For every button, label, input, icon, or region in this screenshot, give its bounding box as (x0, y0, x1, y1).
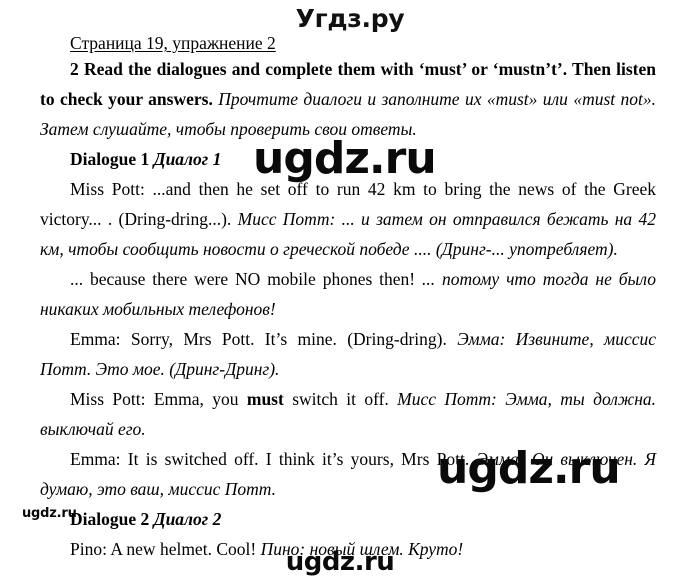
watermark-large-top: ugdz.ru (253, 133, 437, 184)
watermark-small-left: ugdz.ru (22, 506, 77, 521)
line-english: Emma: Sorry, Mrs Pott. It’s mine. (Dring… (70, 329, 447, 349)
dialogue-1-line-2: ... because there were NO mobile phones … (40, 264, 656, 324)
exercise-task-paragraph: 2 Read the dialogues and complete them w… (40, 54, 656, 144)
dialogue-2-heading-english: Dialogue 2 (70, 509, 150, 529)
dialogue-1-line-3: Emma: Sorry, Mrs Pott. It’s mine. (Dring… (40, 324, 656, 384)
dialogue-1-line-1: Miss Pott: ...and then he set off to run… (40, 174, 656, 264)
scanned-page: Угдз.ру Страница 19, упражнение 2 2 Read… (0, 0, 680, 584)
site-brand-header: Угдз.ру (295, 4, 405, 33)
line-english: Emma: It is switched off. I think it’s y… (70, 449, 470, 469)
line-english: ... because there were NO mobile phones … (70, 269, 416, 289)
dialogue-1-heading-english: Dialogue 1 (70, 149, 150, 169)
watermark-large-bottom: ugdz.ru (437, 443, 621, 494)
watermark-footer: ugdz.ru (285, 547, 395, 577)
dialogue-2-heading-russian: Диалог 2 (153, 509, 222, 529)
page-title: Страница 19, упражнение 2 (40, 32, 656, 54)
dialogue-1-heading-russian: Диалог 1 (153, 149, 222, 169)
dialogue-2-heading: Dialogue 2 Диалог 2 (40, 504, 656, 534)
page-title-text: Страница 19, упражнение 2 (70, 33, 276, 53)
line-english-post: switch it off. (283, 389, 389, 409)
dialogue-1-line-4: Miss Pott: Emma, you must switch it off.… (40, 384, 656, 444)
line-english-pre: Miss Pott: Emma, you (70, 389, 247, 409)
modal-verb-must: must (246, 389, 284, 409)
